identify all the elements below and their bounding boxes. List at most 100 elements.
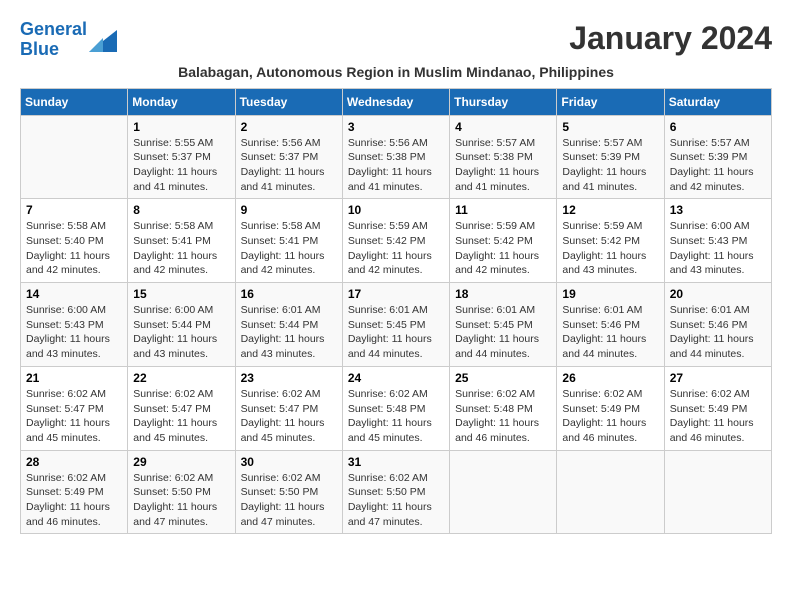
calendar-subtitle: Balabagan, Autonomous Region in Muslim M… — [20, 64, 772, 80]
calendar-cell: 4 Sunrise: 5:57 AM Sunset: 5:38 PM Daylig… — [450, 115, 557, 199]
calendar-table: SundayMondayTuesdayWednesdayThursdayFrid… — [20, 88, 772, 535]
calendar-cell: 6 Sunrise: 5:57 AM Sunset: 5:39 PM Daylig… — [664, 115, 771, 199]
day-info: Sunrise: 5:59 AM Sunset: 5:42 PM Dayligh… — [562, 219, 658, 278]
calendar-cell: 16 Sunrise: 6:01 AM Sunset: 5:44 PM Dayli… — [235, 283, 342, 367]
day-number: 24 — [348, 371, 444, 385]
day-number: 10 — [348, 203, 444, 217]
page-header: General Blue January 2024 — [20, 20, 772, 60]
calendar-week-row: 28 Sunrise: 6:02 AM Sunset: 5:49 PM Dayli… — [21, 450, 772, 534]
day-number: 27 — [670, 371, 766, 385]
day-info: Sunrise: 5:55 AM Sunset: 5:37 PM Dayligh… — [133, 136, 229, 195]
day-info: Sunrise: 6:02 AM Sunset: 5:47 PM Dayligh… — [241, 387, 337, 446]
calendar-cell: 17 Sunrise: 6:01 AM Sunset: 5:45 PM Dayli… — [342, 283, 449, 367]
day-of-week-header: Thursday — [450, 88, 557, 115]
day-info: Sunrise: 6:01 AM Sunset: 5:46 PM Dayligh… — [562, 303, 658, 362]
day-number: 7 — [26, 203, 122, 217]
day-info: Sunrise: 6:02 AM Sunset: 5:47 PM Dayligh… — [133, 387, 229, 446]
day-info: Sunrise: 5:58 AM Sunset: 5:40 PM Dayligh… — [26, 219, 122, 278]
day-of-week-header: Tuesday — [235, 88, 342, 115]
day-info: Sunrise: 6:00 AM Sunset: 5:43 PM Dayligh… — [670, 219, 766, 278]
day-info: Sunrise: 5:59 AM Sunset: 5:42 PM Dayligh… — [455, 219, 551, 278]
calendar-cell: 7 Sunrise: 5:58 AM Sunset: 5:40 PM Daylig… — [21, 199, 128, 283]
calendar-cell: 14Sunrise: 6:00 AM Sunset: 5:43 PM Dayli… — [21, 283, 128, 367]
calendar-cell: 24 Sunrise: 6:02 AM Sunset: 5:48 PM Dayli… — [342, 366, 449, 450]
calendar-cell: 30 Sunrise: 6:02 AM Sunset: 5:50 PM Dayli… — [235, 450, 342, 534]
day-number: 9 — [241, 203, 337, 217]
calendar-cell — [450, 450, 557, 534]
calendar-cell: 9 Sunrise: 5:58 AM Sunset: 5:41 PM Daylig… — [235, 199, 342, 283]
day-info: Sunrise: 6:01 AM Sunset: 5:46 PM Dayligh… — [670, 303, 766, 362]
day-number: 6 — [670, 120, 766, 134]
day-number: 12 — [562, 203, 658, 217]
calendar-cell: 21Sunrise: 6:02 AM Sunset: 5:47 PM Dayli… — [21, 366, 128, 450]
day-number: 14 — [26, 287, 122, 301]
calendar-cell: 3Sunrise: 5:56 AM Sunset: 5:38 PM Daylig… — [342, 115, 449, 199]
day-number: 8 — [133, 203, 229, 217]
day-of-week-header: Saturday — [664, 88, 771, 115]
day-number: 16 — [241, 287, 337, 301]
day-number: 22 — [133, 371, 229, 385]
day-info: Sunrise: 6:02 AM Sunset: 5:49 PM Dayligh… — [670, 387, 766, 446]
day-info: Sunrise: 6:01 AM Sunset: 5:45 PM Dayligh… — [348, 303, 444, 362]
day-info: Sunrise: 6:02 AM Sunset: 5:50 PM Dayligh… — [241, 471, 337, 530]
day-number: 30 — [241, 455, 337, 469]
day-info: Sunrise: 6:02 AM Sunset: 5:48 PM Dayligh… — [348, 387, 444, 446]
calendar-cell: 5Sunrise: 5:57 AM Sunset: 5:39 PM Daylig… — [557, 115, 664, 199]
calendar-cell: 11 Sunrise: 5:59 AM Sunset: 5:42 PM Dayli… — [450, 199, 557, 283]
day-number: 18 — [455, 287, 551, 301]
calendar-cell: 31Sunrise: 6:02 AM Sunset: 5:50 PM Dayli… — [342, 450, 449, 534]
day-info: Sunrise: 6:00 AM Sunset: 5:44 PM Dayligh… — [133, 303, 229, 362]
calendar-cell: 19 Sunrise: 6:01 AM Sunset: 5:46 PM Dayli… — [557, 283, 664, 367]
day-info: Sunrise: 6:02 AM Sunset: 5:49 PM Dayligh… — [26, 471, 122, 530]
calendar-cell: 26Sunrise: 6:02 AM Sunset: 5:49 PM Dayli… — [557, 366, 664, 450]
calendar-week-row: 14Sunrise: 6:00 AM Sunset: 5:43 PM Dayli… — [21, 283, 772, 367]
day-info: Sunrise: 5:57 AM Sunset: 5:38 PM Dayligh… — [455, 136, 551, 195]
day-number: 20 — [670, 287, 766, 301]
calendar-cell: 20 Sunrise: 6:01 AM Sunset: 5:46 PM Dayli… — [664, 283, 771, 367]
day-info: Sunrise: 6:02 AM Sunset: 5:48 PM Dayligh… — [455, 387, 551, 446]
day-number: 28 — [26, 455, 122, 469]
day-info: Sunrise: 5:57 AM Sunset: 5:39 PM Dayligh… — [670, 136, 766, 195]
calendar-cell: 23 Sunrise: 6:02 AM Sunset: 5:47 PM Dayli… — [235, 366, 342, 450]
calendar-week-row: 1 Sunrise: 5:55 AM Sunset: 5:37 PM Daylig… — [21, 115, 772, 199]
day-info: Sunrise: 5:59 AM Sunset: 5:42 PM Dayligh… — [348, 219, 444, 278]
calendar-cell: 1 Sunrise: 5:55 AM Sunset: 5:37 PM Daylig… — [128, 115, 235, 199]
day-number: 21 — [26, 371, 122, 385]
day-number: 2 — [241, 120, 337, 134]
day-info: Sunrise: 6:01 AM Sunset: 5:45 PM Dayligh… — [455, 303, 551, 362]
day-number: 23 — [241, 371, 337, 385]
calendar-week-row: 21 Sunrise: 6:02 AM Sunset: 5:47 PM Dayli… — [21, 366, 772, 450]
logo: General Blue — [20, 20, 113, 60]
day-info: Sunrise: 5:56 AM Sunset: 5:37 PM Dayligh… — [241, 136, 337, 195]
calendar-cell: 15Sunrise: 6:00 AM Sunset: 5:44 PM Dayli… — [128, 283, 235, 367]
day-info: Sunrise: 5:58 AM Sunset: 5:41 PM Dayligh… — [241, 219, 337, 278]
calendar-cell: 27 Sunrise: 6:02 AM Sunset: 5:49 PM Dayli… — [664, 366, 771, 450]
day-number: 29 — [133, 455, 229, 469]
day-of-week-header: Wednesday — [342, 88, 449, 115]
calendar-cell: 13 Sunrise: 6:00 AM Sunset: 5:43 PM Dayli… — [664, 199, 771, 283]
day-number: 25 — [455, 371, 551, 385]
day-number: 19 — [562, 287, 658, 301]
calendar-cell: 12 Sunrise: 5:59 AM Sunset: 5:42 PM Dayli… — [557, 199, 664, 283]
day-number: 4 — [455, 120, 551, 134]
calendar-cell: 29 Sunrise: 6:02 AM Sunset: 5:50 PM Dayli… — [128, 450, 235, 534]
calendar-cell — [557, 450, 664, 534]
day-number: 11 — [455, 203, 551, 217]
day-number: 1 — [133, 120, 229, 134]
day-of-week-header: Friday — [557, 88, 664, 115]
calendar-week-row: 7 Sunrise: 5:58 AM Sunset: 5:40 PM Daylig… — [21, 199, 772, 283]
logo-icon — [89, 30, 113, 50]
month-title: January 2024 — [569, 20, 772, 57]
logo-line2: Blue — [20, 39, 59, 59]
day-info: Sunrise: 6:02 AM Sunset: 5:50 PM Dayligh… — [133, 471, 229, 530]
day-of-week-header: Sunday — [21, 88, 128, 115]
day-number: 17 — [348, 287, 444, 301]
day-of-week-header: Monday — [128, 88, 235, 115]
calendar-cell — [664, 450, 771, 534]
calendar-cell — [21, 115, 128, 199]
day-number: 31 — [348, 455, 444, 469]
calendar-header-row: SundayMondayTuesdayWednesdayThursdayFrid… — [21, 88, 772, 115]
day-number: 13 — [670, 203, 766, 217]
day-info: Sunrise: 5:58 AM Sunset: 5:41 PM Dayligh… — [133, 219, 229, 278]
day-info: Sunrise: 6:01 AM Sunset: 5:44 PM Dayligh… — [241, 303, 337, 362]
